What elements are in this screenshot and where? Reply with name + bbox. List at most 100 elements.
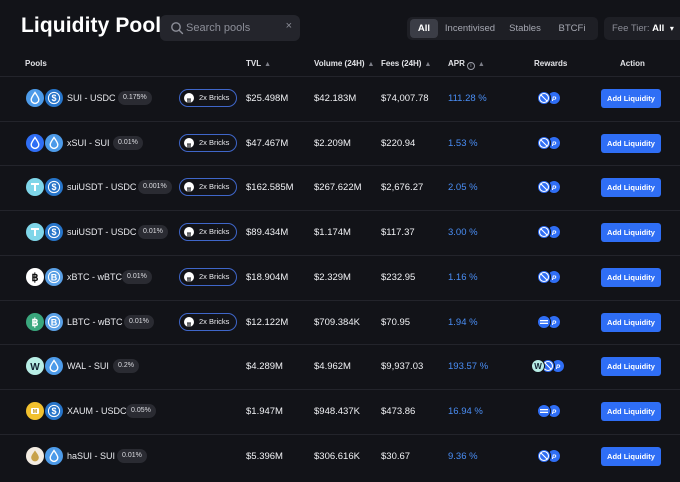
- apr-value: 2.05 %: [448, 182, 478, 193]
- fees-value: $232.95: [381, 272, 416, 283]
- column-fees[interactable]: Fees (24H) ▲: [381, 59, 431, 68]
- pool-pair-name[interactable]: LBTC - wBTC: [67, 317, 123, 327]
- add-liquidity-button[interactable]: Add Liquidity: [601, 402, 661, 421]
- pool-row[interactable]: $ suiUSDT - USDC 0.001% 2x Bricks $162.585M $…: [0, 165, 680, 210]
- column-apr[interactable]: APR i ▲: [448, 59, 485, 70]
- svg-text:P: P: [552, 454, 557, 461]
- pool-row[interactable]: xSUI - SUI 0.01% 2x Bricks $47.467M $2.209M $…: [0, 121, 680, 166]
- fees-value: $220.94: [381, 138, 416, 149]
- volume-value: $1.174M: [314, 227, 351, 238]
- apr-value: 9.36 %: [448, 451, 478, 462]
- pool-row[interactable]: M $ XAUM - USDC 0.05% $1.947M $948.437K $473.8…: [0, 389, 680, 434]
- volume-value: $267.622M: [314, 182, 362, 193]
- column-tvl[interactable]: TVL ▲: [246, 59, 271, 68]
- wal-reward-icon[interactable]: W: [531, 359, 545, 373]
- pool-pair-name[interactable]: xBTC - wBTC: [67, 272, 122, 282]
- svg-text:$: $: [51, 406, 56, 416]
- pool-pair-name[interactable]: haSUI - SUI: [67, 451, 115, 461]
- bricks-icon: [184, 227, 194, 238]
- search-input[interactable]: [186, 19, 282, 37]
- page-title: Liquidity Pools: [21, 14, 173, 37]
- sui-reward-icon[interactable]: [537, 136, 551, 150]
- sui-reward-icon[interactable]: [537, 270, 551, 284]
- tvl-value: $18.904M: [246, 272, 289, 283]
- add-liquidity-button[interactable]: Add Liquidity: [601, 447, 661, 466]
- pool-pair-name[interactable]: SUI - USDC: [67, 93, 116, 103]
- pool-pair-name[interactable]: suiUSDT - USDC: [67, 227, 136, 237]
- column-volume[interactable]: Volume (24H) ▲: [314, 59, 374, 68]
- bricks-label: 2x Bricks: [199, 227, 230, 236]
- sui-reward-icon[interactable]: [537, 449, 551, 463]
- svg-text:P: P: [552, 409, 557, 416]
- fee-tier-badge: 0.01%: [122, 270, 152, 284]
- pool-row[interactable]: haSUI - SUI 0.01% $5.396M $306.616K $30.67 9.…: [0, 434, 680, 479]
- tvl-value: $4.289M: [246, 361, 283, 372]
- apr-value: 1.16 %: [448, 272, 478, 283]
- pool-row[interactable]: $ suiUSDT - USDC 0.01% 2x Bricks $89.434M $1.…: [0, 210, 680, 255]
- clear-search-icon[interactable]: ×: [286, 20, 292, 32]
- pool-row[interactable]: ฿ B LBTC - wBTC 0.01% 2x Bricks $12.122M $709.…: [0, 300, 680, 345]
- add-liquidity-button[interactable]: Add Liquidity: [601, 134, 661, 153]
- search-box[interactable]: ×: [160, 15, 300, 41]
- apr-value: 3.00 %: [448, 227, 478, 238]
- sort-icon: ▲: [264, 61, 272, 68]
- tab-incentivised[interactable]: Incentivised: [440, 19, 500, 38]
- sui-icon: [45, 134, 63, 152]
- svg-text:฿: ฿: [32, 317, 39, 329]
- svg-text:$: $: [51, 182, 56, 192]
- fees-value: $117.37: [381, 227, 415, 238]
- pool-pair-name[interactable]: XAUM - USDC: [67, 406, 127, 416]
- usdc-icon: $: [45, 178, 63, 196]
- info-icon[interactable]: i: [466, 62, 475, 70]
- column-volume-label: Volume (24H): [314, 59, 365, 68]
- bricks-multiplier-badge: 2x Bricks: [179, 268, 237, 286]
- add-liquidity-button[interactable]: Add Liquidity: [601, 313, 661, 332]
- apr-value: 111.28 %: [448, 93, 487, 104]
- lombard-reward-icon[interactable]: [537, 315, 551, 329]
- fees-value: $70.95: [381, 317, 411, 328]
- usdc-icon: $: [45, 89, 63, 107]
- volume-value: $306.616K: [314, 451, 360, 462]
- wal-icon: W: [26, 357, 44, 375]
- volume-value: $2.329M: [314, 272, 351, 283]
- lbtc-icon: ฿: [26, 313, 44, 331]
- column-tvl-label: TVL: [246, 59, 262, 68]
- sui-icon: [45, 447, 63, 465]
- fee-tier-dropdown[interactable]: Fee Tier: All ▾: [604, 17, 680, 40]
- add-liquidity-button[interactable]: Add Liquidity: [601, 178, 661, 197]
- pool-row[interactable]: $ SUI - USDC 0.175% 2x Bricks $25.498M $42.18…: [0, 76, 680, 121]
- xsui-icon: [26, 134, 44, 152]
- pool-row[interactable]: ฿ BxBTC - wBTC 0.01% 2x Bricks $18.904M $2.32…: [0, 255, 680, 300]
- bricks-multiplier-badge: 2x Bricks: [179, 313, 237, 331]
- add-liquidity-button[interactable]: Add Liquidity: [601, 223, 661, 242]
- fees-value: $74,007.78: [381, 93, 429, 104]
- sui-reward-icon[interactable]: [537, 180, 551, 194]
- svg-text:P: P: [552, 320, 557, 327]
- apr-value: 1.53 %: [448, 138, 478, 149]
- volume-value: $948.437K: [314, 406, 360, 417]
- sui-reward-icon[interactable]: [537, 91, 551, 105]
- fee-tier-badge: 0.01%: [113, 136, 143, 150]
- tab-all[interactable]: All: [410, 19, 438, 38]
- pool-filter-tabs: All Incentivised Stables BTCFi: [407, 17, 598, 40]
- pool-pair-name[interactable]: suiUSDT - USDC: [67, 182, 136, 192]
- sui-icon: [26, 89, 44, 107]
- lombard-reward-icon[interactable]: [537, 404, 551, 418]
- bricks-label: 2x Bricks: [199, 272, 230, 281]
- fees-value: $9,937.03: [381, 361, 424, 372]
- bricks-icon: [184, 272, 194, 283]
- svg-text:P: P: [552, 185, 557, 192]
- add-liquidity-button[interactable]: Add Liquidity: [601, 268, 661, 287]
- sui-reward-icon[interactable]: [537, 225, 551, 239]
- fee-tier-label: Fee Tier:: [612, 23, 650, 34]
- add-liquidity-button[interactable]: Add Liquidity: [601, 357, 661, 376]
- svg-text:M: M: [33, 409, 37, 415]
- pool-pair-name[interactable]: xSUI - SUI: [67, 138, 110, 148]
- pool-pair-name[interactable]: WAL - SUI: [67, 361, 109, 371]
- tab-btcfi[interactable]: BTCFi: [550, 19, 594, 38]
- tab-stables[interactable]: Stables: [503, 19, 547, 38]
- pool-row[interactable]: W WAL - SUI 0.2% $4.289M $4.962M $9,937.03 193…: [0, 344, 680, 389]
- add-liquidity-button[interactable]: Add Liquidity: [601, 89, 661, 108]
- tvl-value: $5.396M: [246, 451, 283, 462]
- tvl-value: $12.122M: [246, 317, 289, 328]
